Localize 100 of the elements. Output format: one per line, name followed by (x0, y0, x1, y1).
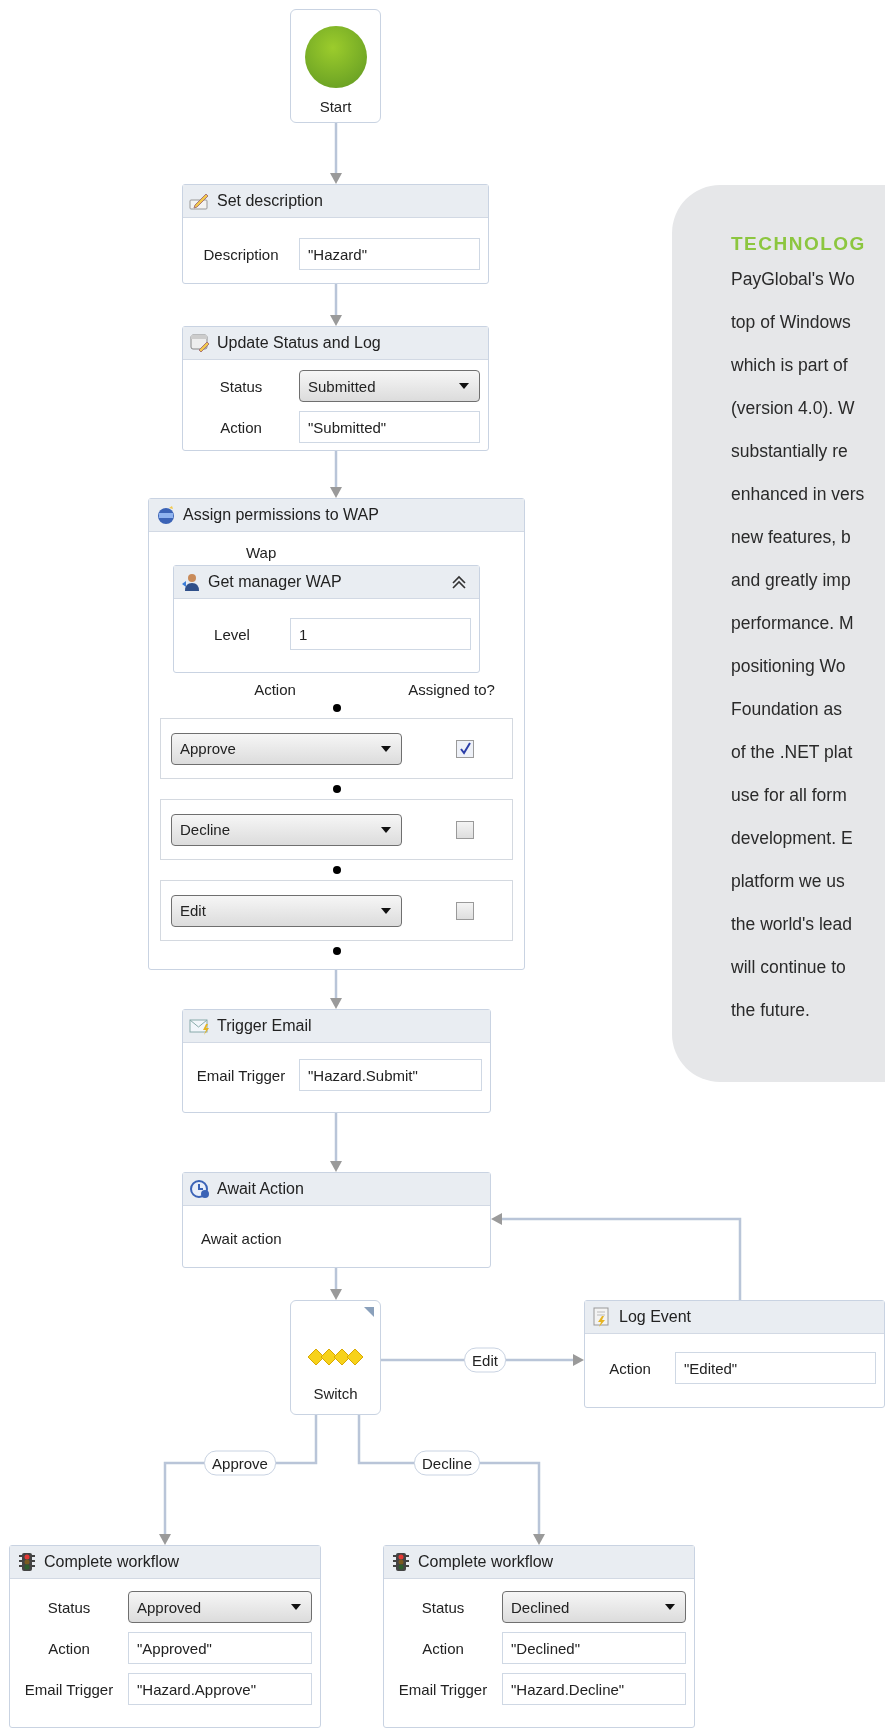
panel-text-line: and greatly imp (731, 569, 852, 592)
activity-title: Assign permissions to WAP (183, 506, 379, 524)
panel-text-line: which is part of (731, 354, 849, 377)
activity-text: Await action (201, 1230, 283, 1247)
activity-title: Await Action (217, 1180, 304, 1198)
input-field[interactable]: "Hazard.Submit" (299, 1059, 482, 1091)
checkbox[interactable] (456, 820, 474, 839)
case-label: Decline (414, 1450, 480, 1476)
connection-dot (332, 866, 341, 874)
traffic-light-icon (16, 1552, 38, 1572)
dropdown[interactable]: Declined (502, 1591, 686, 1623)
input-field[interactable]: 1 (290, 618, 471, 650)
checkbox[interactable] (456, 901, 474, 920)
panel-text-line: enhanced in vers (731, 483, 866, 506)
panel-heading: TECHNOLOG (731, 232, 867, 256)
panel-text-line: performance. M (731, 612, 855, 635)
dropdown[interactable]: Approved (128, 1591, 312, 1623)
input-field[interactable]: "Edited" (675, 1352, 876, 1384)
connector-arrow (330, 451, 342, 498)
action-dropdown[interactable]: Edit (171, 894, 402, 927)
panel-text-line: new features, b (731, 526, 852, 549)
caret-icon (381, 907, 391, 914)
column-heading: Action (253, 681, 297, 698)
activity-card[interactable]: Await Action Await action (182, 1172, 491, 1268)
clock-icon (189, 1179, 211, 1199)
activity-title: Complete workflow (418, 1553, 554, 1571)
input-field[interactable]: "Approved" (128, 1632, 312, 1664)
traffic-light-icon (390, 1552, 412, 1572)
activity-title: Get manager WAP (208, 573, 342, 591)
connector-arrow (330, 1268, 342, 1300)
checkmark-icon (458, 742, 472, 755)
activity-card[interactable]: Trigger Email Email Trigger "Hazard.Submit" (182, 1009, 491, 1113)
field-label: Email Trigger (195, 1066, 287, 1084)
caret-icon (381, 826, 391, 833)
connector-arrow (330, 1113, 342, 1172)
activity-title: Complete workflow (44, 1553, 180, 1571)
field-label: Email Trigger (23, 1680, 115, 1698)
pencil-icon (189, 191, 211, 211)
input-field[interactable]: "Hazard.Decline" (502, 1673, 686, 1705)
panel-text-line: will continue to (731, 956, 847, 979)
field-label: Status (420, 1598, 466, 1616)
connection-dot (332, 947, 341, 955)
connector-arrow (330, 970, 342, 1009)
activity-title: Trigger Email (217, 1017, 312, 1035)
panel-text-line: of the .NET plat (731, 741, 854, 764)
field-label: Level (213, 625, 251, 643)
connection-dot (332, 704, 341, 712)
start-node[interactable]: Start (290, 9, 381, 123)
activity-title: Update Status and Log (217, 334, 381, 352)
input-field[interactable]: "Hazard" (299, 238, 480, 270)
field-label: Action (421, 1639, 465, 1657)
panel-text-line: top of Windows (731, 311, 852, 334)
switch-node[interactable]: Switch (290, 1300, 381, 1415)
panel-text-line: the world's lead (731, 913, 854, 936)
variable-label: Wap (246, 544, 278, 561)
corner-triangle-icon (364, 1307, 374, 1317)
case-label: Approve (204, 1450, 276, 1476)
node-label: Start (319, 98, 352, 115)
panel-text-line: positioning Wo (731, 655, 847, 678)
activity-card[interactable]: Complete workflow Status Declined Action "Declined" Email Trigger "Hazard.Decline" (383, 1545, 695, 1728)
activity-card[interactable]: Log Event Action "Edited" (584, 1300, 885, 1408)
caret-icon (381, 745, 391, 752)
collapse-icon[interactable] (451, 575, 467, 589)
field-label: Status (46, 1598, 92, 1616)
node-label: Switch (313, 1385, 358, 1402)
input-field[interactable]: "Hazard.Approve" (128, 1673, 312, 1705)
panel-text-line: (version 4.0). W (731, 397, 856, 420)
activity-card[interactable]: Assign permissions to WAP Wap Get manager WAP Level 1 Action Assigned to? Approve Decline Edit (148, 498, 525, 970)
panel-text-line: development. E (731, 827, 854, 850)
dropdown[interactable]: Submitted (299, 370, 480, 402)
caret-icon (665, 1604, 675, 1610)
field-label: Action (47, 1639, 91, 1657)
document-pencil-icon (189, 333, 211, 353)
activity-card[interactable]: Update Status and Log Status Submitted Action "Submitted" (182, 326, 489, 451)
activity-card[interactable]: Set description Description "Hazard" (182, 184, 489, 284)
input-field[interactable]: "Submitted" (299, 411, 480, 443)
activity-card[interactable]: Get manager WAP Level 1 (173, 565, 480, 673)
diamonds-icon (307, 1349, 364, 1365)
envelope-icon (189, 1016, 211, 1036)
panel-text-line: PayGlobal's Wo (731, 268, 856, 291)
activity-title: Set description (217, 192, 323, 210)
action-dropdown[interactable]: Approve (171, 732, 402, 765)
field-label: Email Trigger (397, 1680, 489, 1698)
person-icon (180, 572, 202, 592)
caret-icon (459, 383, 469, 389)
field-label: Action (219, 418, 263, 436)
field-label: Description (202, 245, 280, 263)
caret-icon (291, 1604, 301, 1610)
activity-title: Log Event (619, 1308, 692, 1326)
panel-text-line: Foundation as (731, 698, 843, 721)
activity-card[interactable]: Complete workflow Status Approved Action "Approved" Email Trigger "Hazard.Approve" (9, 1545, 321, 1728)
action-dropdown[interactable]: Decline (171, 813, 402, 846)
field-label: Status (218, 377, 264, 395)
column-heading: Assigned to? (407, 681, 496, 698)
panel-text-line: use for all form (731, 784, 848, 807)
input-field[interactable]: "Declined" (502, 1632, 686, 1664)
checkbox[interactable] (456, 739, 474, 758)
badge-icon (155, 505, 177, 525)
panel-text-line: substantially re (731, 440, 849, 463)
panel-text-line: platform we us (731, 870, 846, 893)
